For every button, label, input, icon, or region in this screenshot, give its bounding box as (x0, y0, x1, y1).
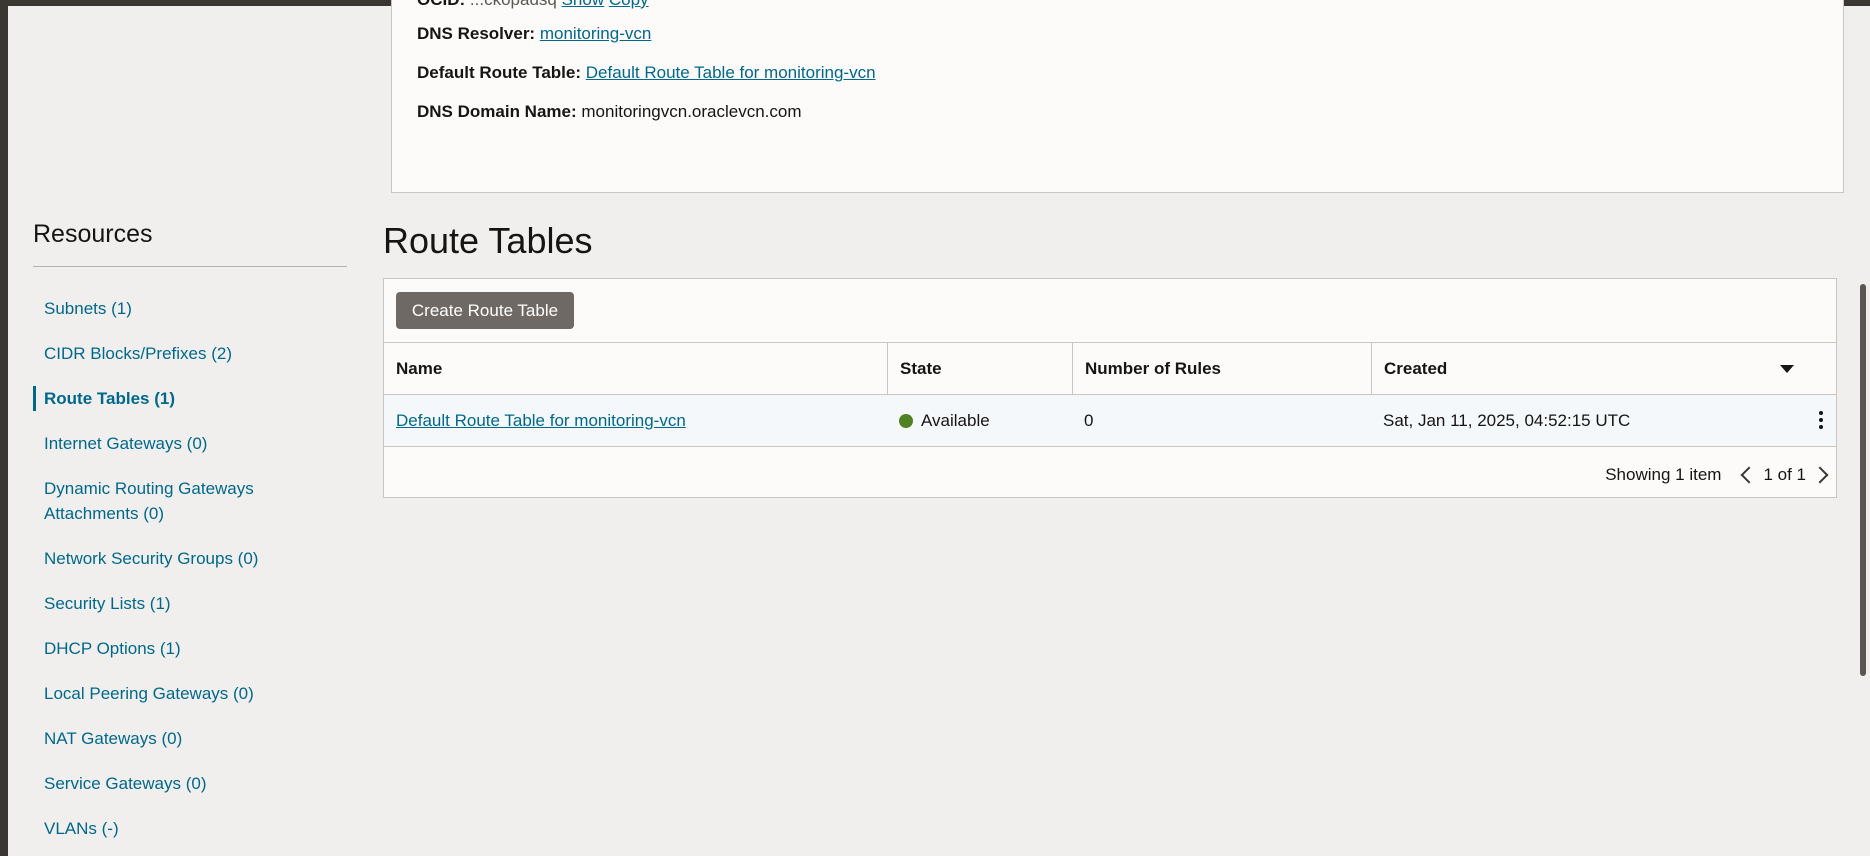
resource-item-cidr-blocks[interactable]: CIDR Blocks/Prefixes (2) (33, 341, 347, 366)
resource-item-network-security-groups[interactable]: Network Security Groups (0) (33, 546, 347, 571)
column-header-name[interactable]: Name (384, 343, 887, 394)
resource-item-nat-gateways[interactable]: NAT Gateways (0) (33, 726, 347, 751)
dns-resolver-row: DNS Resolver: monitoring-vcn (417, 24, 651, 44)
column-header-number-of-rules[interactable]: Number of Rules (1072, 343, 1371, 394)
resource-item-dhcp-options[interactable]: DHCP Options (1) (33, 636, 347, 661)
resource-item-subnets[interactable]: Subnets (1) (33, 296, 347, 321)
resources-divider (33, 266, 347, 267)
default-route-table-link[interactable]: Default Route Table for monitoring-vcn (586, 63, 876, 82)
dns-domain-value: monitoringvcn.oraclevcn.com (581, 102, 802, 121)
dns-domain-label: DNS Domain Name: (417, 102, 577, 121)
resource-item-vlans[interactable]: VLANs (-) (33, 816, 347, 841)
scrollbar-track[interactable] (1856, 6, 1870, 856)
route-tables-card: Create Route Table Name State Number of … (383, 278, 1837, 498)
pagination-showing: Showing 1 item (1605, 465, 1722, 484)
chevron-right-icon[interactable] (1811, 466, 1829, 484)
table-header: Name State Number of Rules Created (384, 342, 1836, 395)
default-route-table-label: Default Route Table: (417, 63, 582, 82)
resources-nav: Subnets (1) CIDR Blocks/Prefixes (2) Rou… (33, 296, 347, 841)
dns-domain-row: DNS Domain Name: monitoringvcn.oraclevcn… (417, 102, 802, 122)
window-left-border (0, 0, 8, 856)
route-table-name-cell: Default Route Table for monitoring-vcn (384, 395, 686, 446)
resources-title: Resources (33, 220, 153, 248)
scrollbar-thumb[interactable] (1860, 284, 1866, 676)
route-table-rules-cell: 0 (1084, 411, 1094, 430)
table-row: Default Route Table for monitoring-vcn A… (384, 395, 1836, 447)
resource-item-local-peering-gateways[interactable]: Local Peering Gateways (0) (33, 681, 347, 706)
resource-item-security-lists[interactable]: Security Lists (1) (33, 591, 347, 616)
ocid-value: ...ckopadsq (470, 0, 557, 9)
column-header-state[interactable]: State (887, 343, 1072, 394)
resource-item-internet-gateways[interactable]: Internet Gateways (0) (33, 431, 347, 456)
route-tables-title: Route Tables (383, 220, 593, 261)
dns-resolver-link[interactable]: monitoring-vcn (540, 24, 652, 43)
dns-resolver-label: DNS Resolver: (417, 24, 536, 43)
chevron-left-icon[interactable] (1740, 466, 1758, 484)
sort-down-icon[interactable] (1780, 365, 1794, 373)
route-table-name-link[interactable]: Default Route Table for monitoring-vcn (396, 411, 686, 430)
create-route-table-button[interactable]: Create Route Table (396, 292, 574, 329)
default-route-table-row: Default Route Table: Default Route Table… (417, 63, 876, 83)
resource-item-service-gateways[interactable]: Service Gateways (0) (33, 771, 347, 796)
route-table-state: Available (921, 411, 990, 430)
ocid-row: OCID: ...ckopadsq Show Copy (417, 0, 649, 10)
page-content: OCID: ...ckopadsq Show Copy DNS Resolver… (8, 0, 1870, 856)
resource-item-route-tables[interactable]: Route Tables (1) (33, 386, 347, 411)
pagination-page: 1 of 1 (1763, 465, 1806, 484)
ocid-show-link[interactable]: Show (562, 0, 605, 9)
column-header-created[interactable]: Created (1371, 343, 1836, 394)
route-table-state-cell: Available (887, 395, 990, 446)
route-table-created-cell: Sat, Jan 11, 2025, 04:52:15 UTC (1383, 411, 1631, 430)
ocid-copy-link[interactable]: Copy (609, 0, 649, 9)
vcn-details-card: OCID: ...ckopadsq Show Copy DNS Resolver… (391, 0, 1844, 193)
resource-item-drg-attachments[interactable]: Dynamic Routing Gateways Attachments (0) (33, 476, 273, 526)
status-dot-icon (899, 414, 913, 428)
kebab-menu-icon[interactable] (1818, 411, 1824, 431)
ocid-label: OCID: (417, 0, 465, 9)
pagination: Showing 1 item 1 of 1 (1605, 463, 1829, 487)
